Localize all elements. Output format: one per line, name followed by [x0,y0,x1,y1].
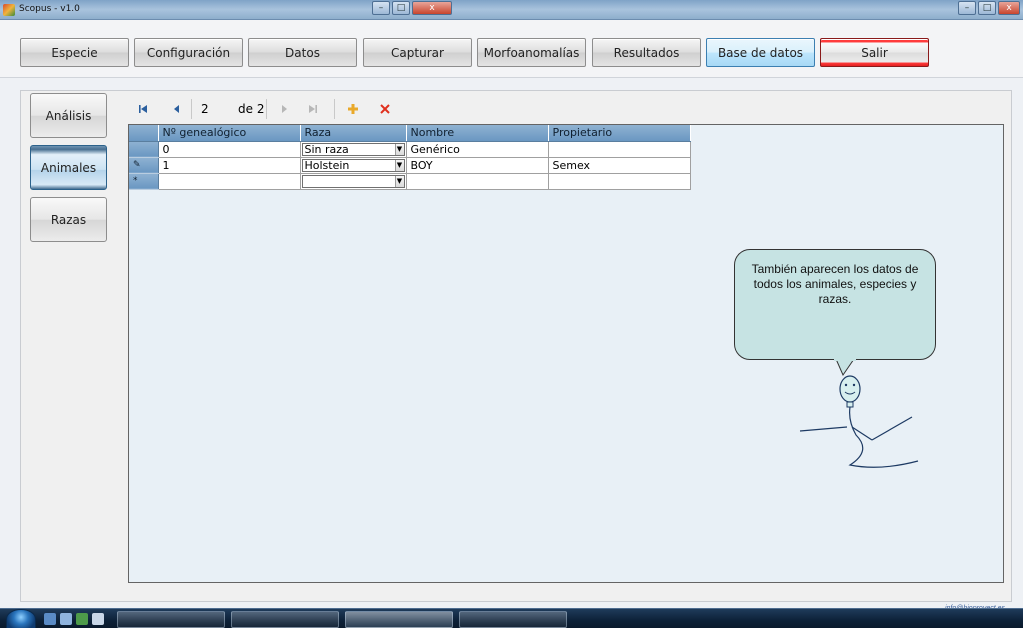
record-navigator: de 2 [127,96,390,122]
quick-launch-icon[interactable] [60,613,72,625]
nav-especie-button[interactable]: Especie [20,38,129,67]
animals-table: Nº genealógico Raza Nombre Propietario 0… [129,125,691,190]
app-icon [3,4,15,16]
sidebar-item-razas[interactable]: Razas [30,197,107,242]
table-row-new[interactable]: * ▼ [129,173,691,190]
record-position-input[interactable] [199,99,227,119]
start-button[interactable] [6,609,36,628]
background-maximize-button[interactable]: □ [392,1,410,15]
dropdown-arrow-icon[interactable]: ▼ [394,143,404,155]
raza-dropdown[interactable]: ▼ [301,174,405,188]
column-header-raza[interactable]: Raza [300,125,407,142]
taskbar-item-active[interactable] [345,611,453,628]
cell-raza[interactable]: Holstein ▼ [300,157,407,174]
cell-nombre[interactable] [406,173,549,190]
nav-morfoanomalias-button[interactable]: Morfoanomalías [477,38,586,67]
row-marker[interactable]: ✎ [129,157,159,174]
cell-propietario[interactable]: Semex [548,157,691,174]
column-header-nombre[interactable]: Nombre [406,125,549,142]
main-window: Especie Configuración Datos Capturar Mor… [0,20,1023,612]
taskbar-item[interactable] [459,611,567,628]
cell-propietario[interactable] [548,141,691,158]
raza-value: Holstein [304,158,350,172]
close-button[interactable]: x [998,1,1020,15]
row-header-corner [129,125,159,142]
next-record-icon[interactable] [278,103,290,115]
quick-launch-icon[interactable] [76,613,88,625]
toolbar-separator [334,99,335,119]
first-record-icon[interactable] [137,103,149,115]
taskbar-item[interactable] [117,611,225,628]
record-count-label: de 2 [238,102,265,116]
dropdown-arrow-icon[interactable]: ▼ [394,175,404,187]
callout-bubble: También aparecen los datos de todos los … [734,249,936,360]
nav-base-de-datos-button[interactable]: Base de datos [706,38,815,67]
cell-raza[interactable]: Sin raza ▼ [300,141,407,158]
quick-launch-icon[interactable] [44,613,56,625]
cell-genealogico[interactable]: 1 [158,157,301,174]
top-navigation: Especie Configuración Datos Capturar Mor… [0,20,1023,78]
delete-record-icon[interactable] [379,103,391,115]
dropdown-arrow-icon[interactable]: ▼ [394,159,404,171]
nav-capturar-button[interactable]: Capturar [363,38,472,67]
window-title: Scopus - v1.0 [19,4,80,14]
taskbar-item[interactable] [231,611,339,628]
column-header-propietario[interactable]: Propietario [548,125,691,142]
raza-dropdown[interactable]: Holstein ▼ [301,158,405,172]
sidebar-item-animales[interactable]: Animales [30,145,107,190]
last-record-icon[interactable] [307,103,319,115]
raza-dropdown[interactable]: Sin raza ▼ [301,142,405,156]
previous-record-icon[interactable] [171,103,183,115]
toolbar-separator [191,99,192,119]
nav-resultados-button[interactable]: Resultados [592,38,701,67]
background-minimize-button[interactable]: – [372,1,390,15]
column-header-genealogico[interactable]: Nº genealógico [158,125,301,142]
nav-datos-button[interactable]: Datos [248,38,357,67]
row-marker[interactable] [129,141,159,158]
background-close-button[interactable]: x [412,1,452,15]
sidebar-item-analisis[interactable]: Análisis [30,93,107,138]
raza-value: Sin raza [304,142,349,156]
cell-genealogico[interactable]: 0 [158,141,301,158]
toolbar-separator [266,99,267,119]
cell-nombre[interactable]: Genérico [406,141,549,158]
table-row[interactable]: 0 Sin raza ▼ Genérico [129,141,691,158]
maximize-button[interactable]: □ [978,1,996,15]
minimize-button[interactable]: – [958,1,976,15]
row-marker[interactable]: * [129,173,159,190]
taskbar [0,608,1023,628]
cell-propietario[interactable] [548,173,691,190]
add-record-icon[interactable] [347,103,359,115]
quick-launch-icon[interactable] [92,613,104,625]
title-bar: Scopus - v1.0 – □ x – □ x [0,0,1023,20]
callout-text: También aparecen los datos de todos los … [751,262,919,306]
cell-raza[interactable]: ▼ [300,173,407,190]
stick-figure-illustration [799,355,919,468]
nav-configuracion-button[interactable]: Configuración [134,38,243,67]
cell-genealogico[interactable] [158,173,301,190]
cell-nombre[interactable]: BOY [406,157,549,174]
nav-salir-button[interactable]: Salir [820,38,929,67]
table-row[interactable]: ✎ 1 Holstein ▼ BOY Semex [129,157,691,174]
